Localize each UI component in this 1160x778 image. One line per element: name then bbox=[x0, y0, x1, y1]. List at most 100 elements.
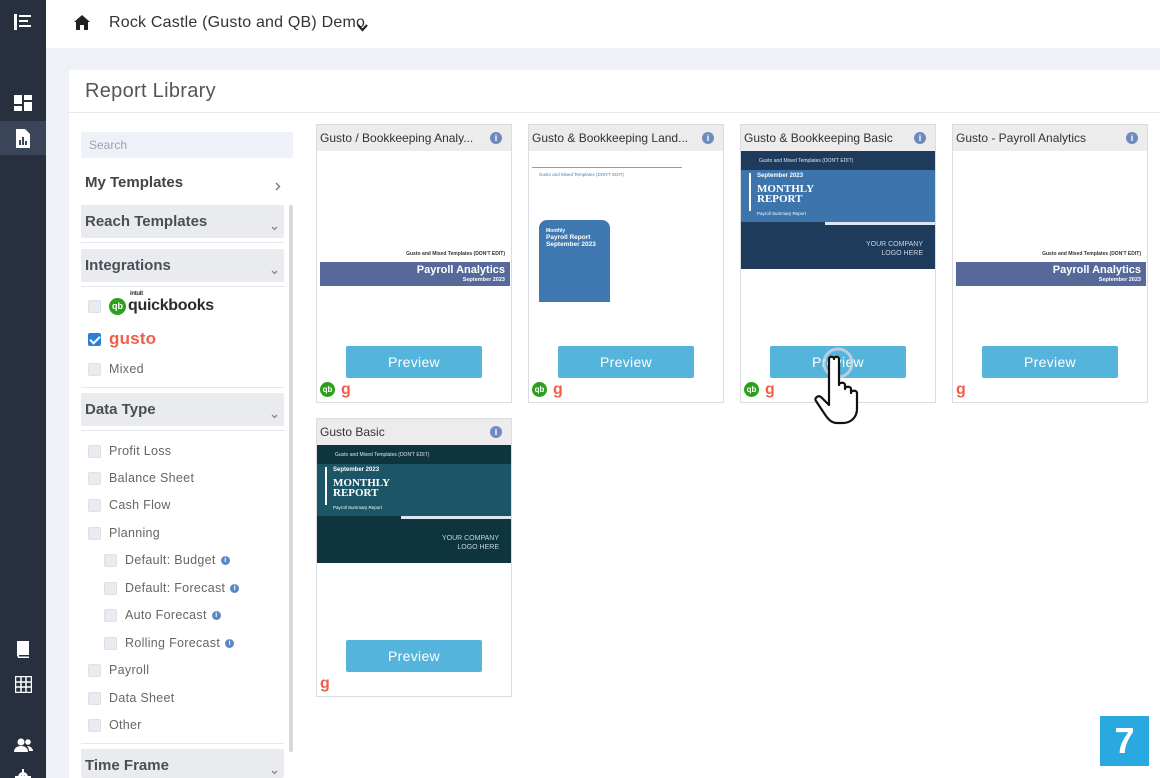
checkbox[interactable] bbox=[88, 663, 101, 677]
datatype-balance-sheet[interactable]: Balance Sheet bbox=[88, 471, 194, 485]
integration-mixed[interactable]: Mixed bbox=[88, 362, 144, 376]
gusto-icon: g bbox=[956, 381, 966, 398]
datatype-payroll[interactable]: Payroll bbox=[88, 663, 149, 677]
thumb-banner: September 2023 MONTHLY REPORT Payroll Su… bbox=[317, 464, 511, 516]
report-card[interactable]: Gusto / Bookkeeping Analy... i Gusto and… bbox=[316, 124, 512, 403]
info-icon[interactable]: i bbox=[914, 132, 926, 144]
info-icon[interactable]: i bbox=[490, 132, 502, 144]
divider bbox=[81, 743, 284, 744]
gusto-icon: g bbox=[553, 381, 563, 398]
info-icon[interactable]: i bbox=[220, 555, 230, 565]
checkbox[interactable] bbox=[88, 299, 101, 313]
integration-badges: qb g bbox=[320, 381, 351, 398]
checkbox[interactable] bbox=[88, 691, 101, 705]
title-divider bbox=[69, 112, 1160, 113]
checkbox[interactable] bbox=[88, 362, 101, 376]
datatype-cash-flow[interactable]: Cash Flow bbox=[88, 498, 171, 512]
hand-pointer-cursor-icon bbox=[812, 345, 878, 430]
datatype-default-budget[interactable]: Default: Budget i bbox=[104, 553, 230, 567]
checkbox[interactable] bbox=[88, 498, 101, 512]
divider bbox=[81, 430, 284, 431]
chevron-down-icon[interactable] bbox=[357, 19, 368, 37]
home-icon[interactable] bbox=[74, 15, 90, 35]
datatype-data-sheet[interactable]: Data Sheet bbox=[88, 691, 175, 705]
page-title: Report Library bbox=[85, 80, 216, 102]
report-card[interactable]: Gusto & Bookkeeping Land... i Gusto and … bbox=[528, 124, 724, 403]
info-icon[interactable]: i bbox=[702, 132, 714, 144]
integration-badges: qb g bbox=[744, 381, 775, 398]
datatype-planning[interactable]: Planning bbox=[88, 526, 160, 540]
checkbox[interactable] bbox=[104, 608, 117, 622]
info-icon[interactable]: i bbox=[230, 583, 240, 593]
data-type-section[interactable]: Data Type bbox=[81, 393, 284, 426]
datatype-profit-loss[interactable]: Profit Loss bbox=[88, 444, 171, 458]
integration-badges: g bbox=[956, 381, 966, 398]
divider bbox=[81, 387, 284, 388]
my-templates-link[interactable]: My Templates bbox=[85, 174, 183, 191]
chevron-down-icon bbox=[271, 262, 278, 280]
preview-button[interactable]: Preview bbox=[558, 346, 694, 378]
integration-badges: qb g bbox=[532, 381, 563, 398]
quickbooks-icon: qb bbox=[744, 382, 759, 397]
users-icon[interactable] bbox=[0, 728, 46, 762]
checkbox[interactable] bbox=[104, 581, 117, 595]
reports-icon[interactable] bbox=[0, 121, 46, 155]
info-icon[interactable]: i bbox=[211, 610, 221, 620]
menu-toggle-icon[interactable] bbox=[0, 5, 46, 39]
card-title: Gusto - Payroll Analytics bbox=[953, 125, 1147, 151]
integration-quickbooks[interactable]: qb intuit quickbooks bbox=[88, 291, 214, 315]
divider bbox=[81, 242, 284, 243]
checkbox[interactable] bbox=[104, 553, 117, 567]
info-icon[interactable]: i bbox=[225, 638, 235, 648]
checkbox[interactable] bbox=[88, 471, 101, 485]
report-card[interactable]: Gusto - Payroll Analytics i Gusto and Mi… bbox=[952, 124, 1148, 403]
info-icon[interactable]: i bbox=[490, 426, 502, 438]
thumb-cover: Monthly Payroll Report September 2023 bbox=[539, 220, 610, 302]
checkbox-checked[interactable] bbox=[88, 332, 101, 346]
checkbox[interactable] bbox=[88, 718, 101, 732]
datatype-other[interactable]: Other bbox=[88, 718, 142, 732]
datatype-auto-forecast[interactable]: Auto Forecast i bbox=[104, 608, 221, 622]
thumb-banner: Payroll Analytics September 2023 bbox=[956, 262, 1146, 286]
integrations-section[interactable]: Integrations bbox=[81, 249, 284, 282]
grid-table-icon[interactable] bbox=[0, 667, 46, 701]
company-name[interactable]: Rock Castle (Gusto and QB) Demo bbox=[109, 14, 365, 32]
section-label: Integrations bbox=[85, 257, 171, 274]
preview-button[interactable]: Preview bbox=[346, 346, 482, 378]
left-nav-rail bbox=[0, 0, 46, 778]
chevron-down-icon bbox=[271, 218, 278, 236]
gusto-icon: g bbox=[765, 381, 775, 398]
datatype-default-forecast[interactable]: Default: Forecast i bbox=[104, 581, 240, 595]
preview-button[interactable]: Preview bbox=[346, 640, 482, 672]
chevron-right-icon bbox=[275, 178, 281, 196]
thumb-banner: Payroll Analytics September 2023 bbox=[320, 262, 510, 286]
chevron-down-icon bbox=[271, 406, 278, 424]
section-label: Reach Templates bbox=[85, 213, 208, 230]
quickbooks-icon: qb bbox=[320, 382, 335, 397]
gusto-icon: g bbox=[320, 675, 330, 692]
section-label: Data Type bbox=[85, 401, 156, 418]
checkbox[interactable] bbox=[88, 526, 101, 540]
report-thumbnail: Gusto and Mixed Templates (DON'T EDIT) P… bbox=[953, 151, 1147, 341]
info-icon[interactable]: i bbox=[1126, 132, 1138, 144]
preview-button[interactable]: Preview bbox=[982, 346, 1118, 378]
thumb-banner: September 2023 MONTHLY REPORT Payroll Su… bbox=[741, 170, 935, 222]
book-icon[interactable] bbox=[0, 632, 46, 666]
checkbox[interactable] bbox=[104, 636, 117, 650]
time-frame-section[interactable]: Time Frame bbox=[81, 749, 284, 778]
datatype-rolling-forecast[interactable]: Rolling Forecast i bbox=[104, 636, 235, 650]
settings-gear-icon[interactable] bbox=[0, 760, 46, 778]
dashboard-icon[interactable] bbox=[0, 86, 46, 120]
quickbooks-icon: qb bbox=[532, 382, 547, 397]
integration-gusto[interactable]: gusto bbox=[88, 329, 156, 349]
reach-templates-section[interactable]: Reach Templates bbox=[81, 205, 284, 238]
report-thumbnail: Gusto and Mixed Templates (DON'T EDIT) S… bbox=[317, 445, 511, 635]
quickbooks-icon: qb bbox=[109, 297, 126, 315]
report-thumbnail: Gusto and Mixed Templates (DON'T EDIT) S… bbox=[741, 151, 935, 341]
report-thumbnail: Gusto and Mixed Templates (DON'T EDIT) M… bbox=[529, 151, 723, 341]
search-input[interactable]: Search bbox=[81, 132, 293, 158]
sidebar-scrollbar[interactable] bbox=[289, 205, 293, 752]
report-card[interactable]: Gusto Basic i Gusto and Mixed Templates … bbox=[316, 418, 512, 697]
checkbox[interactable] bbox=[88, 444, 101, 458]
gusto-icon: g bbox=[341, 381, 351, 398]
